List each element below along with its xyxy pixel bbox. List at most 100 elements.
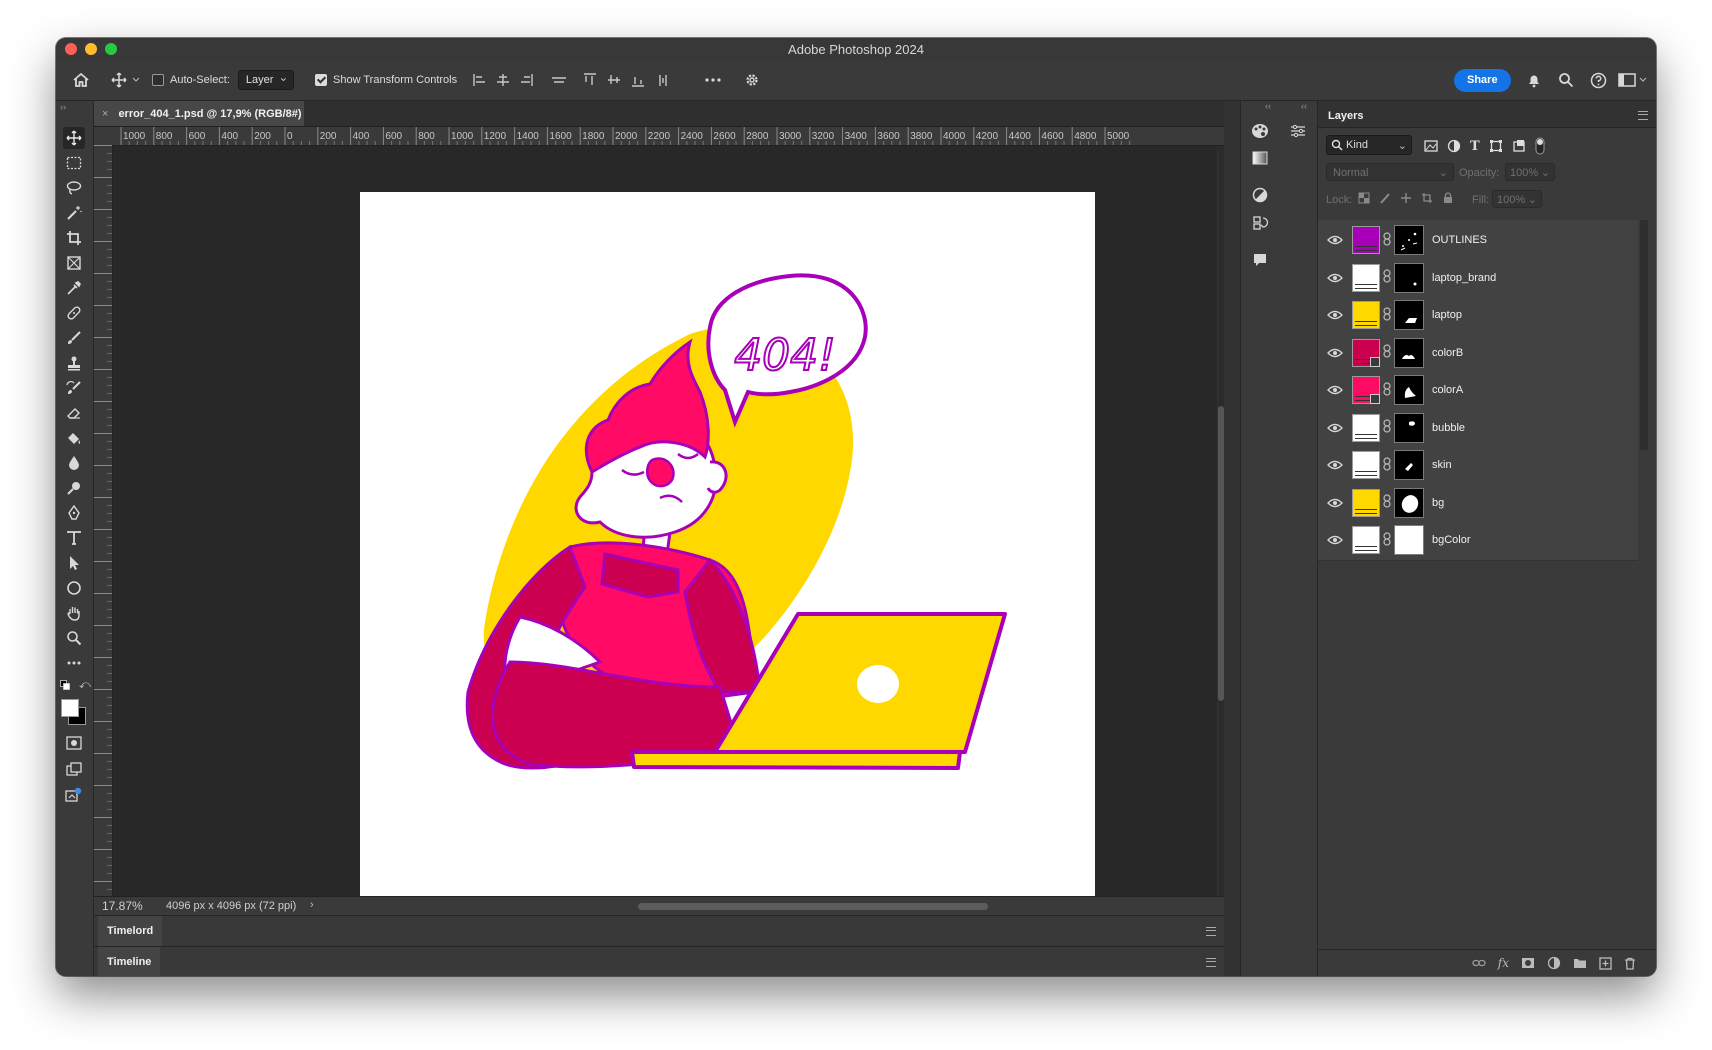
pen-tool-icon[interactable] [63,502,85,524]
type-tool-icon[interactable] [63,527,85,549]
lock-image-icon[interactable] [1379,192,1391,204]
layer-mask-thumbnail[interactable] [1394,375,1424,405]
zoom-tool-icon[interactable] [63,627,85,649]
visibility-eye-icon[interactable] [1318,385,1352,395]
horizontal-ruler[interactable]: 1000 800 600 400 200 0 200 400 600 800 1000 1200 140… [117,127,1224,146]
new-layer-icon[interactable] [1599,956,1612,970]
move-tool-icon[interactable] [63,127,85,149]
mask-link-icon[interactable] [1380,456,1394,474]
share-for-review-icon[interactable] [63,784,85,806]
brush-tool-icon[interactable] [63,327,85,349]
quick-mask-icon[interactable] [63,732,85,754]
mask-link-icon[interactable] [1380,344,1394,361]
mask-link-icon[interactable] [1380,494,1394,511]
layer-row[interactable]: laptop [1318,295,1638,336]
blend-mode-dropdown[interactable]: Normal ⌄ [1326,163,1454,181]
layer-row[interactable]: colorA [1318,370,1638,411]
color-icon[interactable] [1250,121,1270,141]
default-colors-icon[interactable] [60,680,70,693]
filter-pixel-icon[interactable] [1424,140,1438,152]
visibility-eye-icon[interactable] [1318,498,1352,508]
mask-link-icon[interactable] [1380,306,1394,324]
layer-thumbnail[interactable] [1352,263,1380,292]
layer-mask-thumbnail[interactable] [1394,300,1424,330]
more-options-icon[interactable] [704,60,722,100]
fill-field[interactable]: 100% ⌄ [1492,190,1542,208]
close-tab-icon[interactable]: × [102,108,108,120]
move-tool-preset-icon[interactable] [111,60,141,100]
layer-thumbnail[interactable] [1352,301,1380,329]
lock-all-icon[interactable] [1442,192,1454,204]
frame-tool-icon[interactable] [63,252,85,274]
edit-toolbar-icon[interactable] [63,652,85,674]
swap-colors-icon[interactable]: ⤺ [79,679,91,692]
filter-type-icon[interactable]: T [1470,139,1480,154]
vertical-ruler[interactable] [94,145,113,920]
foreground-color-swatch[interactable] [61,699,79,717]
filter-toggle-icon[interactable] [1535,137,1545,155]
lock-position-icon[interactable] [1400,192,1412,204]
show-transform-checkbox[interactable] [315,74,327,86]
mask-link-icon[interactable] [1380,231,1394,249]
path-selection-tool-icon[interactable] [63,552,85,574]
auto-select-dropdown[interactable]: Layer [237,68,295,90]
gear-icon[interactable] [744,60,760,100]
ellipse-tool-icon[interactable] [63,577,85,599]
properties-icon[interactable] [1288,121,1308,141]
link-layers-icon[interactable] [1472,958,1486,968]
layer-row[interactable]: laptop_brand [1318,257,1638,299]
layer-row[interactable]: bgColor [1318,520,1638,561]
collapse-toolbar-icon[interactable]: ›› [60,102,66,112]
adjustments-icon[interactable] [1250,185,1270,205]
visibility-eye-icon[interactable] [1318,460,1352,470]
layer-row[interactable]: colorB [1318,332,1638,374]
screen-mode-icon[interactable] [63,758,85,780]
layer-mask-thumbnail[interactable] [1394,262,1424,293]
gradients-icon[interactable] [1250,148,1270,168]
add-mask-icon[interactable] [1521,957,1535,969]
clone-stamp-tool-icon[interactable] [63,352,85,374]
visibility-eye-icon[interactable] [1318,273,1352,283]
auto-select-checkbox[interactable] [152,74,164,86]
layer-mask-thumbnail[interactable] [1394,487,1424,518]
visibility-eye-icon[interactable] [1318,235,1352,245]
document-tab[interactable]: × error_404_1.psd @ 17,9% (RGB/8#) [94,101,304,126]
crop-tool-icon[interactable] [63,227,85,249]
trash-icon[interactable] [1624,957,1636,970]
collapse-dock-icon[interactable]: ‹‹ [1301,101,1307,111]
vertical-scroll-thumb[interactable] [1218,406,1224,701]
magic-wand-tool-icon[interactable] [63,202,85,224]
visibility-eye-icon[interactable] [1318,423,1352,433]
layers-tab[interactable]: Layers [1318,105,1373,127]
zoom-level[interactable]: 17.87% [102,899,143,913]
filter-shape-icon[interactable] [1489,139,1503,153]
layer-thumbnail[interactable] [1352,226,1380,254]
lock-transparent-icon[interactable] [1358,192,1370,204]
filter-adjustment-icon[interactable] [1447,139,1461,153]
new-adjustment-layer-icon[interactable] [1547,956,1561,970]
collapse-dock-icon[interactable]: ‹‹ [1265,101,1271,111]
eyedropper-tool-icon[interactable] [63,277,85,299]
new-group-icon[interactable] [1573,957,1587,969]
lock-artboard-icon[interactable] [1421,192,1433,204]
hand-tool-icon[interactable] [63,602,85,624]
canvas-area[interactable]: 404! [113,146,1217,927]
fx-icon[interactable]: fx [1498,956,1509,970]
marquee-tool-icon[interactable] [63,152,85,174]
lasso-tool-icon[interactable] [63,177,85,199]
mask-link-icon[interactable] [1380,419,1394,436]
comments-icon[interactable] [1250,250,1270,270]
eraser-tool-icon[interactable] [63,402,85,424]
layer-thumbnail[interactable] [1352,376,1380,404]
layer-mask-thumbnail[interactable] [1394,525,1424,555]
opacity-field[interactable]: 100% ⌄ [1505,163,1555,181]
chevron-right-icon[interactable]: › [310,899,314,911]
mask-link-icon[interactable] [1380,531,1394,549]
panel-menu-icon[interactable] [1206,927,1216,936]
layers-menu-icon[interactable] [1638,111,1648,120]
layer-row[interactable]: bg [1318,482,1638,524]
filter-smart-object-icon[interactable] [1512,139,1526,153]
mask-link-icon[interactable] [1380,269,1394,286]
panel-menu-icon[interactable] [1206,958,1216,967]
home-icon[interactable] [72,60,90,100]
